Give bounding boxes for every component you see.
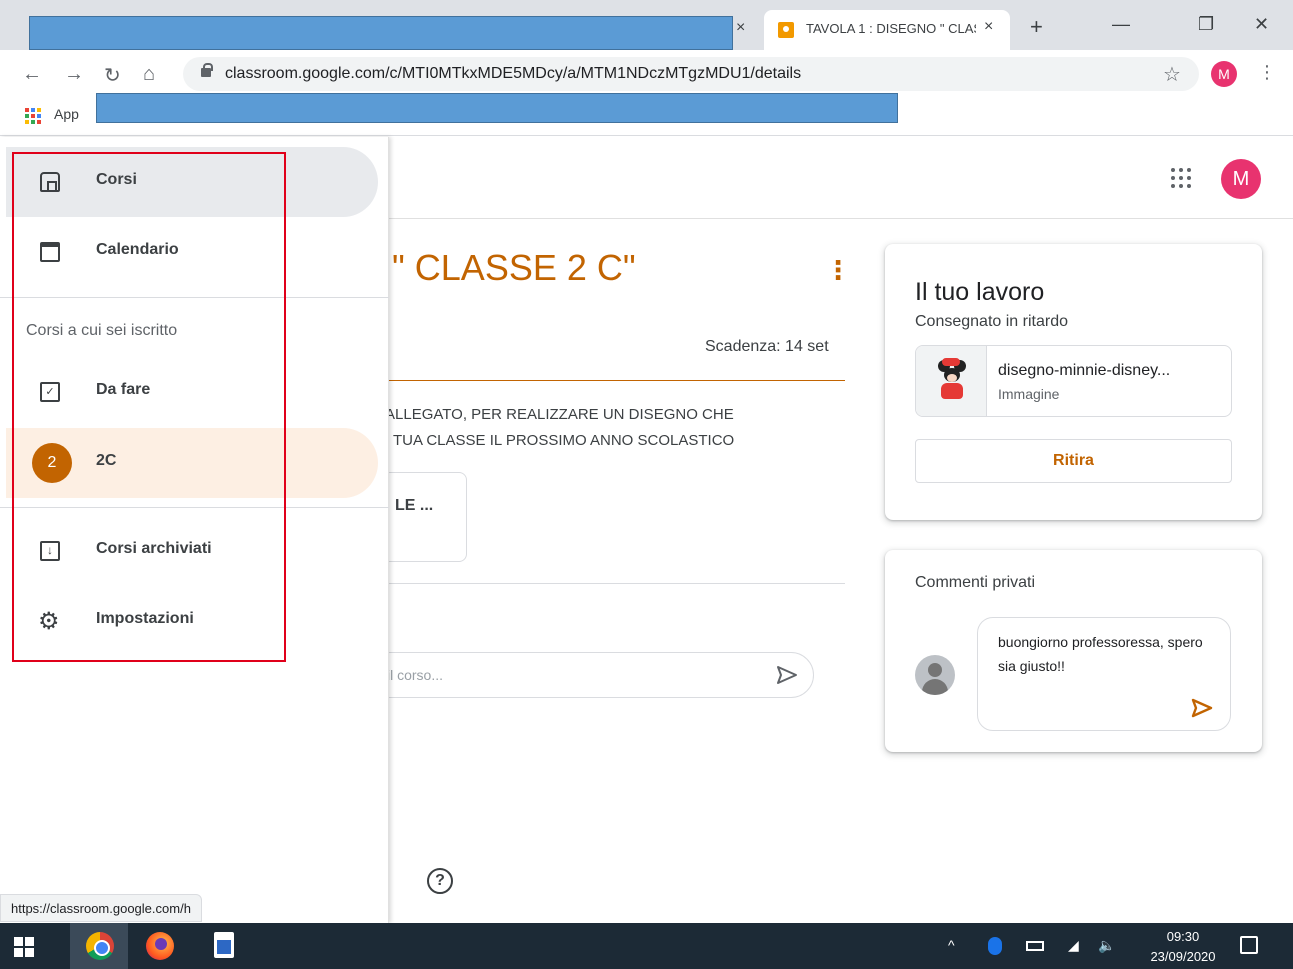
file-thumbnail: [916, 346, 987, 416]
minnie-dress: [941, 383, 963, 399]
your-work-title: Il tuo lavoro: [915, 278, 1045, 306]
submitted-file[interactable]: disegno-minnie-disney... Immagine: [915, 345, 1232, 417]
classroom-favicon-icon: [778, 22, 794, 38]
taskbar-document[interactable]: [194, 923, 252, 969]
minimize-button[interactable]: —: [1112, 14, 1130, 35]
unsubmit-button[interactable]: Ritira: [915, 439, 1232, 483]
file-name: disegno-minnie-disney...: [998, 362, 1171, 379]
private-comment-text[interactable]: buongiorno professoressa, spero sia gius…: [998, 630, 1218, 678]
apps-grid-icon[interactable]: [25, 108, 41, 124]
omnibox[interactable]: classroom.google.com/c/MTI0MTkxMDE5MDcy/…: [183, 57, 1199, 91]
minnie-face: [947, 374, 957, 382]
url-text[interactable]: classroom.google.com/c/MTI0MTkxMDE5MDcy/…: [225, 65, 801, 83]
attachment-title: LE ...: [395, 497, 434, 514]
firefox-icon: [146, 932, 174, 960]
close-window-button[interactable]: ✕: [1254, 14, 1269, 35]
apps-bookmark-label[interactable]: App: [54, 106, 79, 122]
windows-taskbar: ^ ◢ 🔈 09:30 23/09/2020: [0, 923, 1293, 969]
browser-profile-avatar[interactable]: M: [1211, 61, 1237, 87]
account-avatar[interactable]: M: [1221, 159, 1261, 199]
private-comments-title: Commenti privati: [915, 574, 1036, 591]
lock-icon[interactable]: [201, 63, 213, 77]
assignment-more-icon[interactable]: ⋮: [825, 255, 851, 286]
browser-menu-icon[interactable]: ⋮: [1258, 62, 1276, 83]
document-icon: [214, 932, 234, 958]
chrome-icon: [86, 932, 114, 960]
back-icon[interactable]: ←: [22, 63, 42, 86]
send-icon[interactable]: [775, 663, 799, 687]
reload-icon[interactable]: ↻: [104, 63, 121, 88]
google-apps-icon[interactable]: [1170, 167, 1192, 189]
highlight-box: [12, 152, 286, 662]
tray-chevron-icon[interactable]: ^: [948, 937, 955, 953]
user-avatar-icon: [915, 655, 955, 695]
battery-icon[interactable]: [1026, 941, 1044, 951]
class-comment-placeholder: il corso...: [387, 667, 444, 683]
private-comment-input[interactable]: buongiorno professoressa, spero sia gius…: [977, 617, 1231, 731]
taskbar-firefox[interactable]: [130, 923, 188, 969]
home-button-icon[interactable]: ⌂: [143, 63, 155, 86]
clock-date: 23/09/2020: [1150, 949, 1216, 964]
tab-title: TAVOLA 1 : DISEGNO " CLASSE 2 C": [806, 21, 976, 36]
forward-icon[interactable]: →: [64, 63, 84, 86]
network-icon[interactable]: ◢: [1068, 937, 1079, 954]
address-bar-row: ← → ↻ ⌂ classroom.google.com/c/MTI0MTkxM…: [0, 50, 1293, 98]
deadline-text: Scadenza: 14 set: [705, 338, 829, 355]
redacted-bookmarks: [96, 93, 898, 123]
clock-time: 09:30: [1166, 929, 1200, 944]
help-icon[interactable]: ?: [427, 868, 453, 894]
browser-tab-bar: × TAVOLA 1 : DISEGNO " CLASSE 2 C" × + —…: [0, 0, 1293, 50]
redacted-tab[interactable]: [29, 16, 733, 50]
volume-icon[interactable]: 🔈: [1098, 937, 1115, 954]
submission-status: Consegnato in ritardo: [915, 313, 1068, 330]
notifications-icon[interactable]: [1240, 936, 1258, 954]
private-comments-card: Commenti privati buongiorno professoress…: [885, 550, 1262, 752]
bookmark-star-icon[interactable]: ☆: [1163, 62, 1181, 87]
bluetooth-icon[interactable]: [988, 937, 1002, 955]
active-tab[interactable]: TAVOLA 1 : DISEGNO " CLASSE 2 C" ×: [764, 10, 1010, 50]
send-private-comment-icon[interactable]: [1190, 696, 1214, 720]
system-clock[interactable]: 09:30 23/09/2020: [1148, 927, 1218, 967]
taskbar-chrome[interactable]: [70, 923, 128, 969]
close-tab-icon[interactable]: ×: [984, 18, 993, 36]
your-work-card: Il tuo lavoro Consegnato in ritardo dise…: [885, 244, 1262, 520]
restore-button[interactable]: ❐: [1198, 14, 1214, 35]
minnie-bow: [942, 358, 960, 366]
close-prev-tab-icon[interactable]: ×: [736, 19, 745, 37]
windows-start-icon[interactable]: [14, 937, 34, 957]
file-type: Immagine: [998, 386, 1060, 402]
status-bar-url: https://classroom.google.com/h: [0, 894, 202, 922]
new-tab-button[interactable]: +: [1030, 14, 1043, 40]
bookmarks-bar: App: [0, 93, 1293, 136]
